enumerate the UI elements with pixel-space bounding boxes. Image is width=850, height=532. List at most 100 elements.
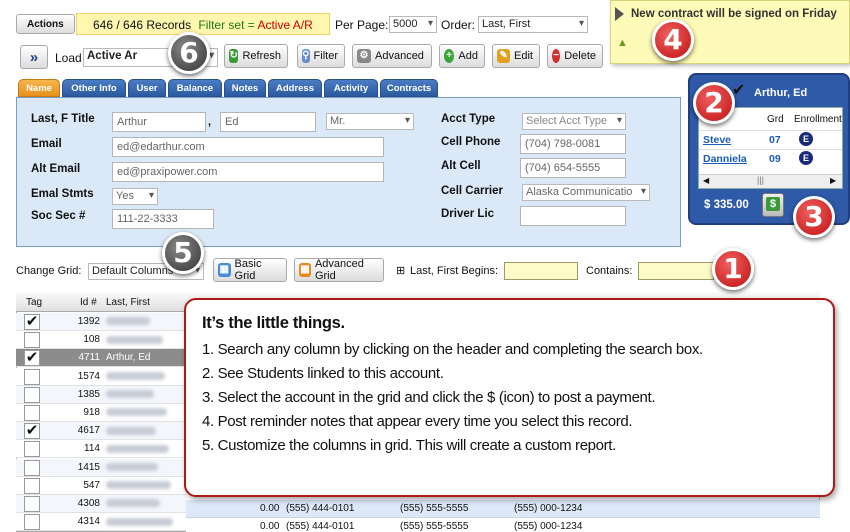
acct-type-select[interactable]: Select Acct Type: [522, 113, 626, 130]
cell-phone-field[interactable]: (704) 798-0081: [520, 134, 626, 154]
tab-other-info[interactable]: Other Info: [62, 79, 126, 97]
table-row[interactable]: 1385: [16, 385, 186, 404]
table-row[interactable]: ✔ 4711 Arthur, Ed: [16, 349, 186, 368]
name-cell: [106, 389, 154, 400]
table-row[interactable]: ✔ 1392: [16, 313, 186, 331]
balance-cell: 0.00: [260, 503, 280, 514]
tab-address[interactable]: Address: [268, 79, 322, 97]
table-row[interactable]: 4308: [16, 495, 186, 513]
expand-button[interactable]: »: [20, 45, 48, 69]
redacted-name: [106, 462, 158, 471]
col-tag[interactable]: Tag: [26, 297, 42, 308]
tag-checkbox[interactable]: [24, 459, 40, 476]
ssn-field[interactable]: 111-22-3333: [112, 209, 214, 229]
phone-cell: (555) 000-1234: [514, 503, 583, 514]
badge-4: 4: [652, 19, 694, 61]
table-row[interactable]: ✔ 4617: [16, 422, 186, 441]
tag-checkbox[interactable]: ✔: [24, 350, 40, 367]
filter-set-value: Active A/R: [257, 18, 313, 32]
name-cell: [106, 498, 160, 509]
callout-title: It’s the little things.: [202, 314, 345, 332]
table-row[interactable]: 0.00 (555) 444-0101 (555) 555-5555 (555)…: [186, 518, 820, 532]
tag-checkbox[interactable]: [24, 368, 40, 385]
driver-lic-field[interactable]: [520, 206, 626, 226]
title-select[interactable]: Mr.: [326, 113, 414, 130]
order-select[interactable]: Last, First: [478, 16, 588, 33]
enrollment-icon[interactable]: E: [799, 132, 813, 146]
contains-search-input[interactable]: [638, 262, 714, 280]
col-id[interactable]: Id #: [80, 297, 97, 308]
name-cell: [106, 371, 165, 382]
table-row[interactable]: 1415: [16, 458, 186, 477]
filter-button[interactable]: ⚲ Filter: [297, 44, 345, 68]
scroll-right-icon[interactable]: ▶: [830, 176, 836, 185]
table-row[interactable]: 918: [16, 404, 186, 422]
tab-name[interactable]: Name: [18, 79, 60, 97]
student-name-link[interactable]: Danniela: [703, 153, 747, 165]
id-cell: 1392: [77, 316, 100, 327]
table-row[interactable]: 0.00 (555) 444-0101 (555) 555-5555 (555)…: [186, 500, 820, 518]
tag-checkbox[interactable]: [24, 405, 40, 421]
tag-checkbox[interactable]: [24, 514, 40, 531]
badge-6: 6: [168, 32, 210, 74]
tag-checkbox[interactable]: [24, 477, 40, 494]
post-payment-button[interactable]: $: [762, 193, 784, 217]
actions-button[interactable]: Actions: [16, 14, 75, 34]
add-button[interactable]: + Add: [439, 44, 485, 68]
enrollment-icon[interactable]: E: [799, 151, 813, 165]
phone-cell: (555) 444-0101: [286, 521, 355, 532]
load-label: Load: [55, 51, 82, 65]
scroll-thumb[interactable]: |||: [757, 175, 764, 185]
redacted-name: [106, 390, 154, 399]
students-row[interactable]: Steve 07 E: [699, 130, 842, 148]
table-row[interactable]: 108: [16, 331, 186, 350]
tag-checkbox[interactable]: [24, 332, 40, 349]
begins-search-input[interactable]: [504, 262, 578, 280]
filter-set-label: Filter set =: [198, 18, 258, 32]
email-field[interactable]: ed@edarthur.com: [112, 137, 384, 157]
tag-checkbox[interactable]: [24, 441, 40, 458]
last-name-field[interactable]: Arthur: [112, 112, 206, 132]
students-scrollbar[interactable]: ◀ ||| ▶: [699, 174, 842, 188]
comma-separator: ,: [208, 116, 212, 128]
edit-button[interactable]: ✎ Edit: [492, 44, 540, 68]
change-grid-label: Change Grid:: [16, 265, 82, 277]
driver-lic-label: Driver Lic: [441, 208, 495, 220]
cell-carrier-select[interactable]: Alaska Communicatio: [522, 184, 650, 201]
student-name-link[interactable]: Steve: [703, 134, 731, 146]
reminder-note[interactable]: New contract will be signed on Friday ▲: [610, 0, 850, 64]
tag-checkbox[interactable]: ✔: [24, 423, 40, 440]
students-row[interactable]: Danniela 09 E: [699, 149, 842, 167]
tag-checkbox[interactable]: [24, 496, 40, 512]
scroll-left-icon[interactable]: ◀: [703, 176, 709, 185]
tab-balance[interactable]: Balance: [168, 79, 222, 97]
table-row[interactable]: 1574: [16, 367, 186, 386]
table-row[interactable]: 114: [16, 440, 186, 459]
cell-carrier-label: Cell Carrier: [441, 185, 504, 197]
tag-checkbox[interactable]: [24, 386, 40, 403]
advanced-grid-button[interactable]: ▦ Advanced Grid: [294, 258, 384, 282]
col-last-first[interactable]: Last, First: [106, 297, 150, 308]
alt-cell-label: Alt Cell: [441, 160, 481, 172]
tab-contracts[interactable]: Contracts: [380, 79, 438, 97]
tag-checkbox[interactable]: ✔: [24, 314, 40, 330]
delete-button[interactable]: − Delete: [547, 44, 603, 68]
redacted-name: [106, 499, 160, 508]
per-page-select[interactable]: 5000: [389, 16, 437, 33]
tab-notes[interactable]: Notes: [224, 79, 266, 97]
table-row[interactable]: 547: [16, 476, 186, 495]
id-cell: 1385: [77, 388, 100, 400]
alt-email-field[interactable]: ed@praxipower.com: [112, 162, 384, 182]
basic-grid-button[interactable]: ▦ Basic Grid: [213, 258, 287, 282]
tab-user[interactable]: User: [128, 79, 166, 97]
name-cell: [106, 334, 163, 345]
table-row[interactable]: 4314: [16, 513, 186, 532]
refresh-button[interactable]: ↻ Refresh: [224, 44, 288, 68]
advanced-button[interactable]: ⚙ Advanced: [352, 44, 432, 68]
email-stmts-select[interactable]: Yes: [112, 188, 158, 205]
alt-cell-field[interactable]: (704) 654-5555: [520, 158, 626, 178]
first-name-field[interactable]: Ed: [220, 112, 316, 132]
contains-label: Contains:: [586, 265, 633, 277]
id-cell: 114: [84, 443, 100, 455]
tab-activity[interactable]: Activity: [324, 79, 378, 97]
